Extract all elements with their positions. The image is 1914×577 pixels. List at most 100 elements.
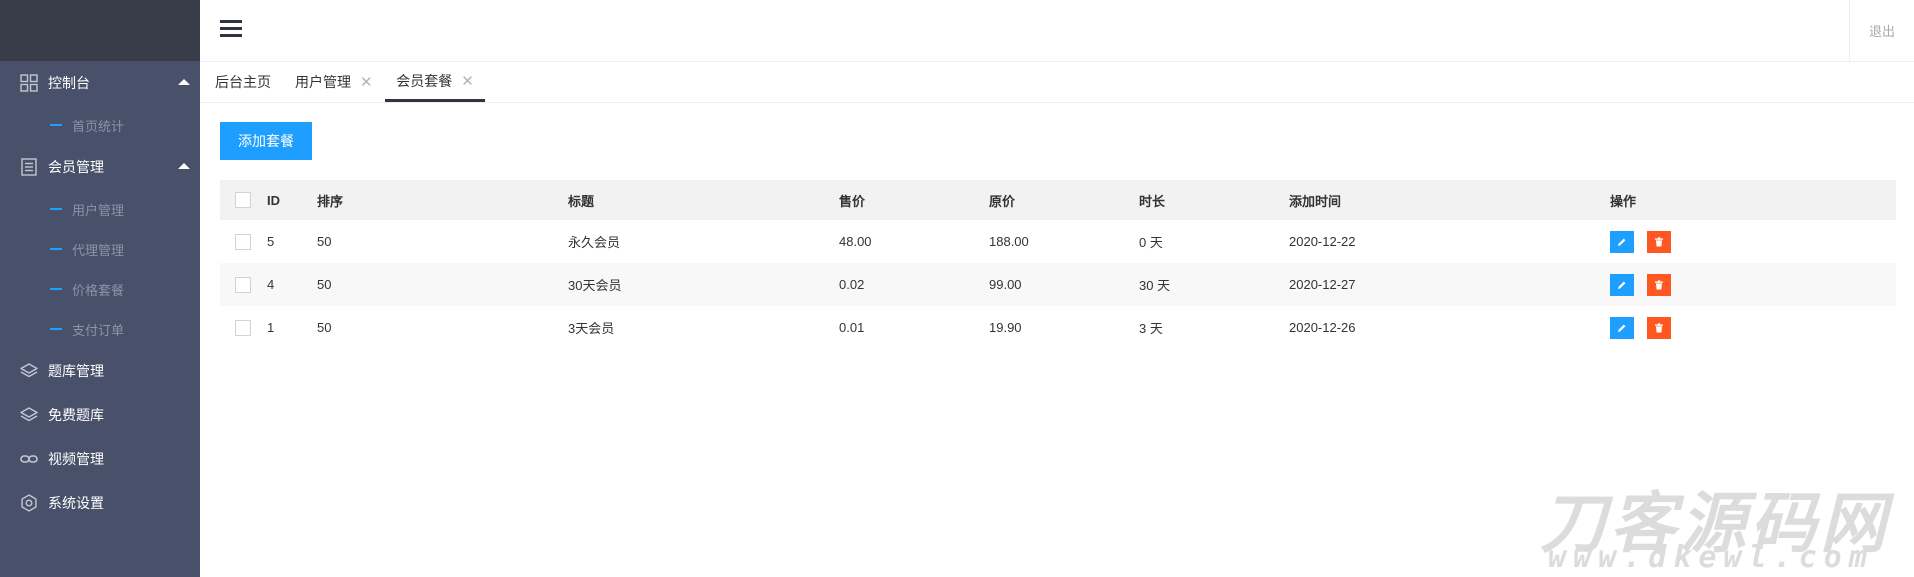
- delete-button[interactable]: [1647, 273, 1671, 296]
- cell-id: 5: [267, 234, 275, 249]
- caret-up-icon: [178, 79, 190, 85]
- table-row: 1 50 3天会员 0.01 19.90 3 天 2020-12-26: [220, 306, 1896, 349]
- column-header: 售价: [838, 180, 988, 220]
- sidebar-item-members[interactable]: 会员管理: [0, 145, 200, 189]
- row-checkbox[interactable]: [235, 276, 251, 293]
- link-icon: [20, 455, 38, 463]
- cell-id: 4: [266, 263, 316, 306]
- logout-area: 退出: [1849, 0, 1914, 61]
- dash-icon: [50, 208, 62, 210]
- tab-member-plans[interactable]: 会员套餐 ✕: [385, 62, 485, 102]
- sidebar-item-label: 题库管理: [48, 363, 104, 379]
- logo-area: [0, 0, 200, 61]
- pencil-icon: [1618, 281, 1626, 289]
- tab-label: 后台主页: [215, 74, 271, 90]
- dashboard-icon: [20, 74, 38, 92]
- cell-sort: 50: [317, 234, 332, 249]
- trash-icon: [1655, 236, 1663, 246]
- top-header: 退出: [200, 0, 1914, 62]
- sidebar-subitem-payment-orders[interactable]: 支付订单: [0, 309, 200, 349]
- column-header: 添加时间: [1288, 180, 1609, 220]
- select-all-checkbox[interactable]: [235, 192, 251, 209]
- row-checkbox[interactable]: [235, 233, 251, 250]
- edit-button[interactable]: [1610, 230, 1634, 253]
- dash-icon: [50, 288, 62, 290]
- logout-link[interactable]: 退出: [1869, 21, 1895, 40]
- sidebar: 控制台 首页统计 会员管理 用户管理 代理管理 价格套餐 支付订单 题库管理 免…: [0, 0, 200, 577]
- sidebar-subitem-label: 代理管理: [72, 242, 125, 258]
- cell-sort: 50: [317, 320, 332, 335]
- plans-table: ID 排序 标题 售价 原价 时长 添加时间 操作 5 50 永久会员 48.0…: [220, 180, 1896, 349]
- dash-icon: [50, 248, 62, 250]
- sidebar-subitem-agents[interactable]: 代理管理: [0, 229, 200, 269]
- cell-duration: 30 天: [1138, 263, 1288, 306]
- sidebar-item-videos[interactable]: 视频管理: [0, 437, 200, 481]
- document-icon: [21, 158, 37, 176]
- sidebar-item-label: 会员管理: [48, 159, 104, 175]
- table-row: 5 50 永久会员 48.00 188.00 0 天 2020-12-22: [220, 220, 1896, 263]
- edit-button[interactable]: [1610, 316, 1634, 339]
- cell-duration: 0 天: [1139, 235, 1163, 250]
- tab-label: 用户管理: [295, 74, 351, 90]
- edit-button[interactable]: [1610, 273, 1634, 296]
- sidebar-item-label: 视频管理: [48, 451, 104, 467]
- sidebar-subitem-label: 首页统计: [72, 118, 125, 134]
- sidebar-item-free-bank[interactable]: 免费题库: [0, 393, 200, 437]
- sidebar-subitem-users[interactable]: 用户管理: [0, 189, 200, 229]
- trash-icon: [1655, 322, 1663, 332]
- sidebar-subitem-home-stats[interactable]: 首页统计: [0, 105, 200, 145]
- add-plan-button[interactable]: 添加套餐: [220, 122, 312, 160]
- trash-icon: [1655, 279, 1663, 289]
- tab-home[interactable]: 后台主页: [215, 62, 271, 102]
- watermark-url: www.dkewl.com: [1548, 540, 1874, 575]
- cell-title: 30天会员: [567, 263, 838, 306]
- column-header: ID: [266, 180, 316, 220]
- delete-button[interactable]: [1647, 316, 1671, 339]
- cell-duration: 3 天: [1139, 321, 1163, 336]
- cell-price: 48.00: [839, 234, 872, 249]
- dash-icon: [50, 328, 62, 330]
- sidebar-subitem-label: 用户管理: [72, 202, 125, 218]
- tab-user-management[interactable]: 用户管理 ✕: [295, 62, 373, 102]
- table-header-row: ID 排序 标题 售价 原价 时长 添加时间 操作: [220, 180, 1896, 220]
- close-icon[interactable]: ✕: [360, 73, 373, 91]
- cell-added-date: 2020-12-22: [1289, 234, 1356, 249]
- row-checkbox[interactable]: [235, 319, 251, 336]
- menu-toggle-icon[interactable]: [220, 16, 242, 42]
- cell-title: 永久会员: [568, 235, 621, 250]
- delete-button[interactable]: [1647, 230, 1671, 253]
- table-row: 4 50 30天会员 0.02 99.00 30 天 2020-12-27: [220, 263, 1896, 306]
- cell-added-date: 2020-12-27: [1288, 263, 1609, 306]
- cell-original-price: 99.00: [988, 263, 1138, 306]
- sidebar-item-label: 控制台: [48, 75, 90, 91]
- pencil-icon: [1618, 238, 1626, 246]
- gear-icon: [21, 494, 37, 512]
- cell-title: 3天会员: [568, 321, 615, 336]
- sidebar-item-label: 免费题库: [48, 407, 104, 423]
- sidebar-subitem-label: 支付订单: [72, 322, 125, 338]
- sidebar-subitem-label: 价格套餐: [72, 282, 125, 298]
- sidebar-item-question-bank[interactable]: 题库管理: [0, 349, 200, 393]
- column-header: 时长: [1138, 180, 1288, 220]
- layers-icon: [20, 363, 38, 378]
- cell-original-price: 188.00: [989, 234, 1029, 249]
- sidebar-item-settings[interactable]: 系统设置: [0, 481, 200, 525]
- column-header: 标题: [567, 180, 838, 220]
- tab-bar: 后台主页 用户管理 ✕ 会员套餐 ✕: [200, 62, 1914, 103]
- cell-price: 0.01: [839, 320, 865, 335]
- dash-icon: [50, 124, 62, 126]
- close-icon[interactable]: ✕: [461, 72, 474, 90]
- sidebar-subitem-price-plans[interactable]: 价格套餐: [0, 269, 200, 309]
- column-header: 操作: [1609, 180, 1896, 220]
- sidebar-item-dashboard[interactable]: 控制台: [0, 61, 200, 105]
- cell-sort: 50: [316, 263, 567, 306]
- tab-label: 会员套餐: [396, 72, 453, 89]
- cell-original-price: 19.90: [989, 320, 1022, 335]
- caret-up-icon: [178, 163, 190, 169]
- cell-id: 1: [267, 320, 275, 335]
- cell-price: 0.02: [838, 263, 988, 306]
- sidebar-item-label: 系统设置: [48, 495, 104, 511]
- column-header: 排序: [316, 180, 567, 220]
- layers-icon: [20, 407, 38, 422]
- cell-added-date: 2020-12-26: [1289, 320, 1356, 335]
